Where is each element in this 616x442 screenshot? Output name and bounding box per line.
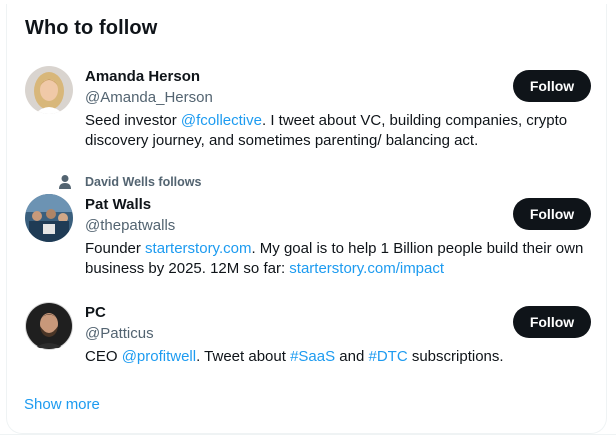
- account-handle[interactable]: @Patticus: [85, 325, 154, 342]
- avatar[interactable]: [25, 194, 73, 242]
- account-handle[interactable]: @Amanda_Herson: [85, 89, 213, 106]
- panel-title: Who to follow: [25, 17, 158, 39]
- bio-url-link[interactable]: starterstory.com: [145, 240, 251, 257]
- person-icon: [59, 175, 71, 189]
- account-bio: CEO @profitwell. Tweet about #SaaS and #…: [85, 347, 595, 367]
- bio-text: subscriptions.: [407, 348, 504, 365]
- show-more-link[interactable]: Show more: [24, 396, 100, 413]
- account-bio: Founder starterstory.com. My goal is to …: [85, 239, 595, 279]
- social-context: David Wells follows: [57, 174, 201, 190]
- follow-button[interactable]: Follow: [513, 70, 591, 102]
- avatar[interactable]: [25, 66, 73, 114]
- bio-text: Seed investor: [85, 112, 181, 129]
- bio-text: CEO: [85, 348, 122, 365]
- avatar[interactable]: [25, 302, 73, 350]
- bio-mention-link[interactable]: @profitwell: [122, 348, 196, 365]
- bio-hashtag-link[interactable]: #DTC: [369, 348, 408, 365]
- social-context-label: David Wells follows: [85, 175, 202, 189]
- account-name[interactable]: Amanda Herson: [85, 68, 200, 85]
- follow-button[interactable]: Follow: [513, 198, 591, 230]
- bio-hashtag-link[interactable]: #SaaS: [290, 348, 335, 365]
- bio-url-link[interactable]: starterstory.com/impact: [289, 260, 444, 277]
- account-name[interactable]: PC: [85, 304, 106, 321]
- divider: [0, 434, 616, 435]
- account-name[interactable]: Pat Walls: [85, 196, 151, 213]
- follow-button[interactable]: Follow: [513, 306, 591, 338]
- bio-text: and: [335, 348, 369, 365]
- woman-portrait-icon: [25, 66, 73, 114]
- bio-text: Founder: [85, 240, 146, 257]
- bio-mention-link[interactable]: @fcollective: [181, 112, 262, 129]
- account-handle[interactable]: @thepatwalls: [85, 217, 175, 234]
- group-photo-icon: [25, 194, 73, 242]
- account-bio: Seed investor @fcollective. I tweet abou…: [85, 111, 595, 151]
- bio-text: . Tweet about: [196, 348, 291, 365]
- man-portrait-icon: [25, 302, 73, 350]
